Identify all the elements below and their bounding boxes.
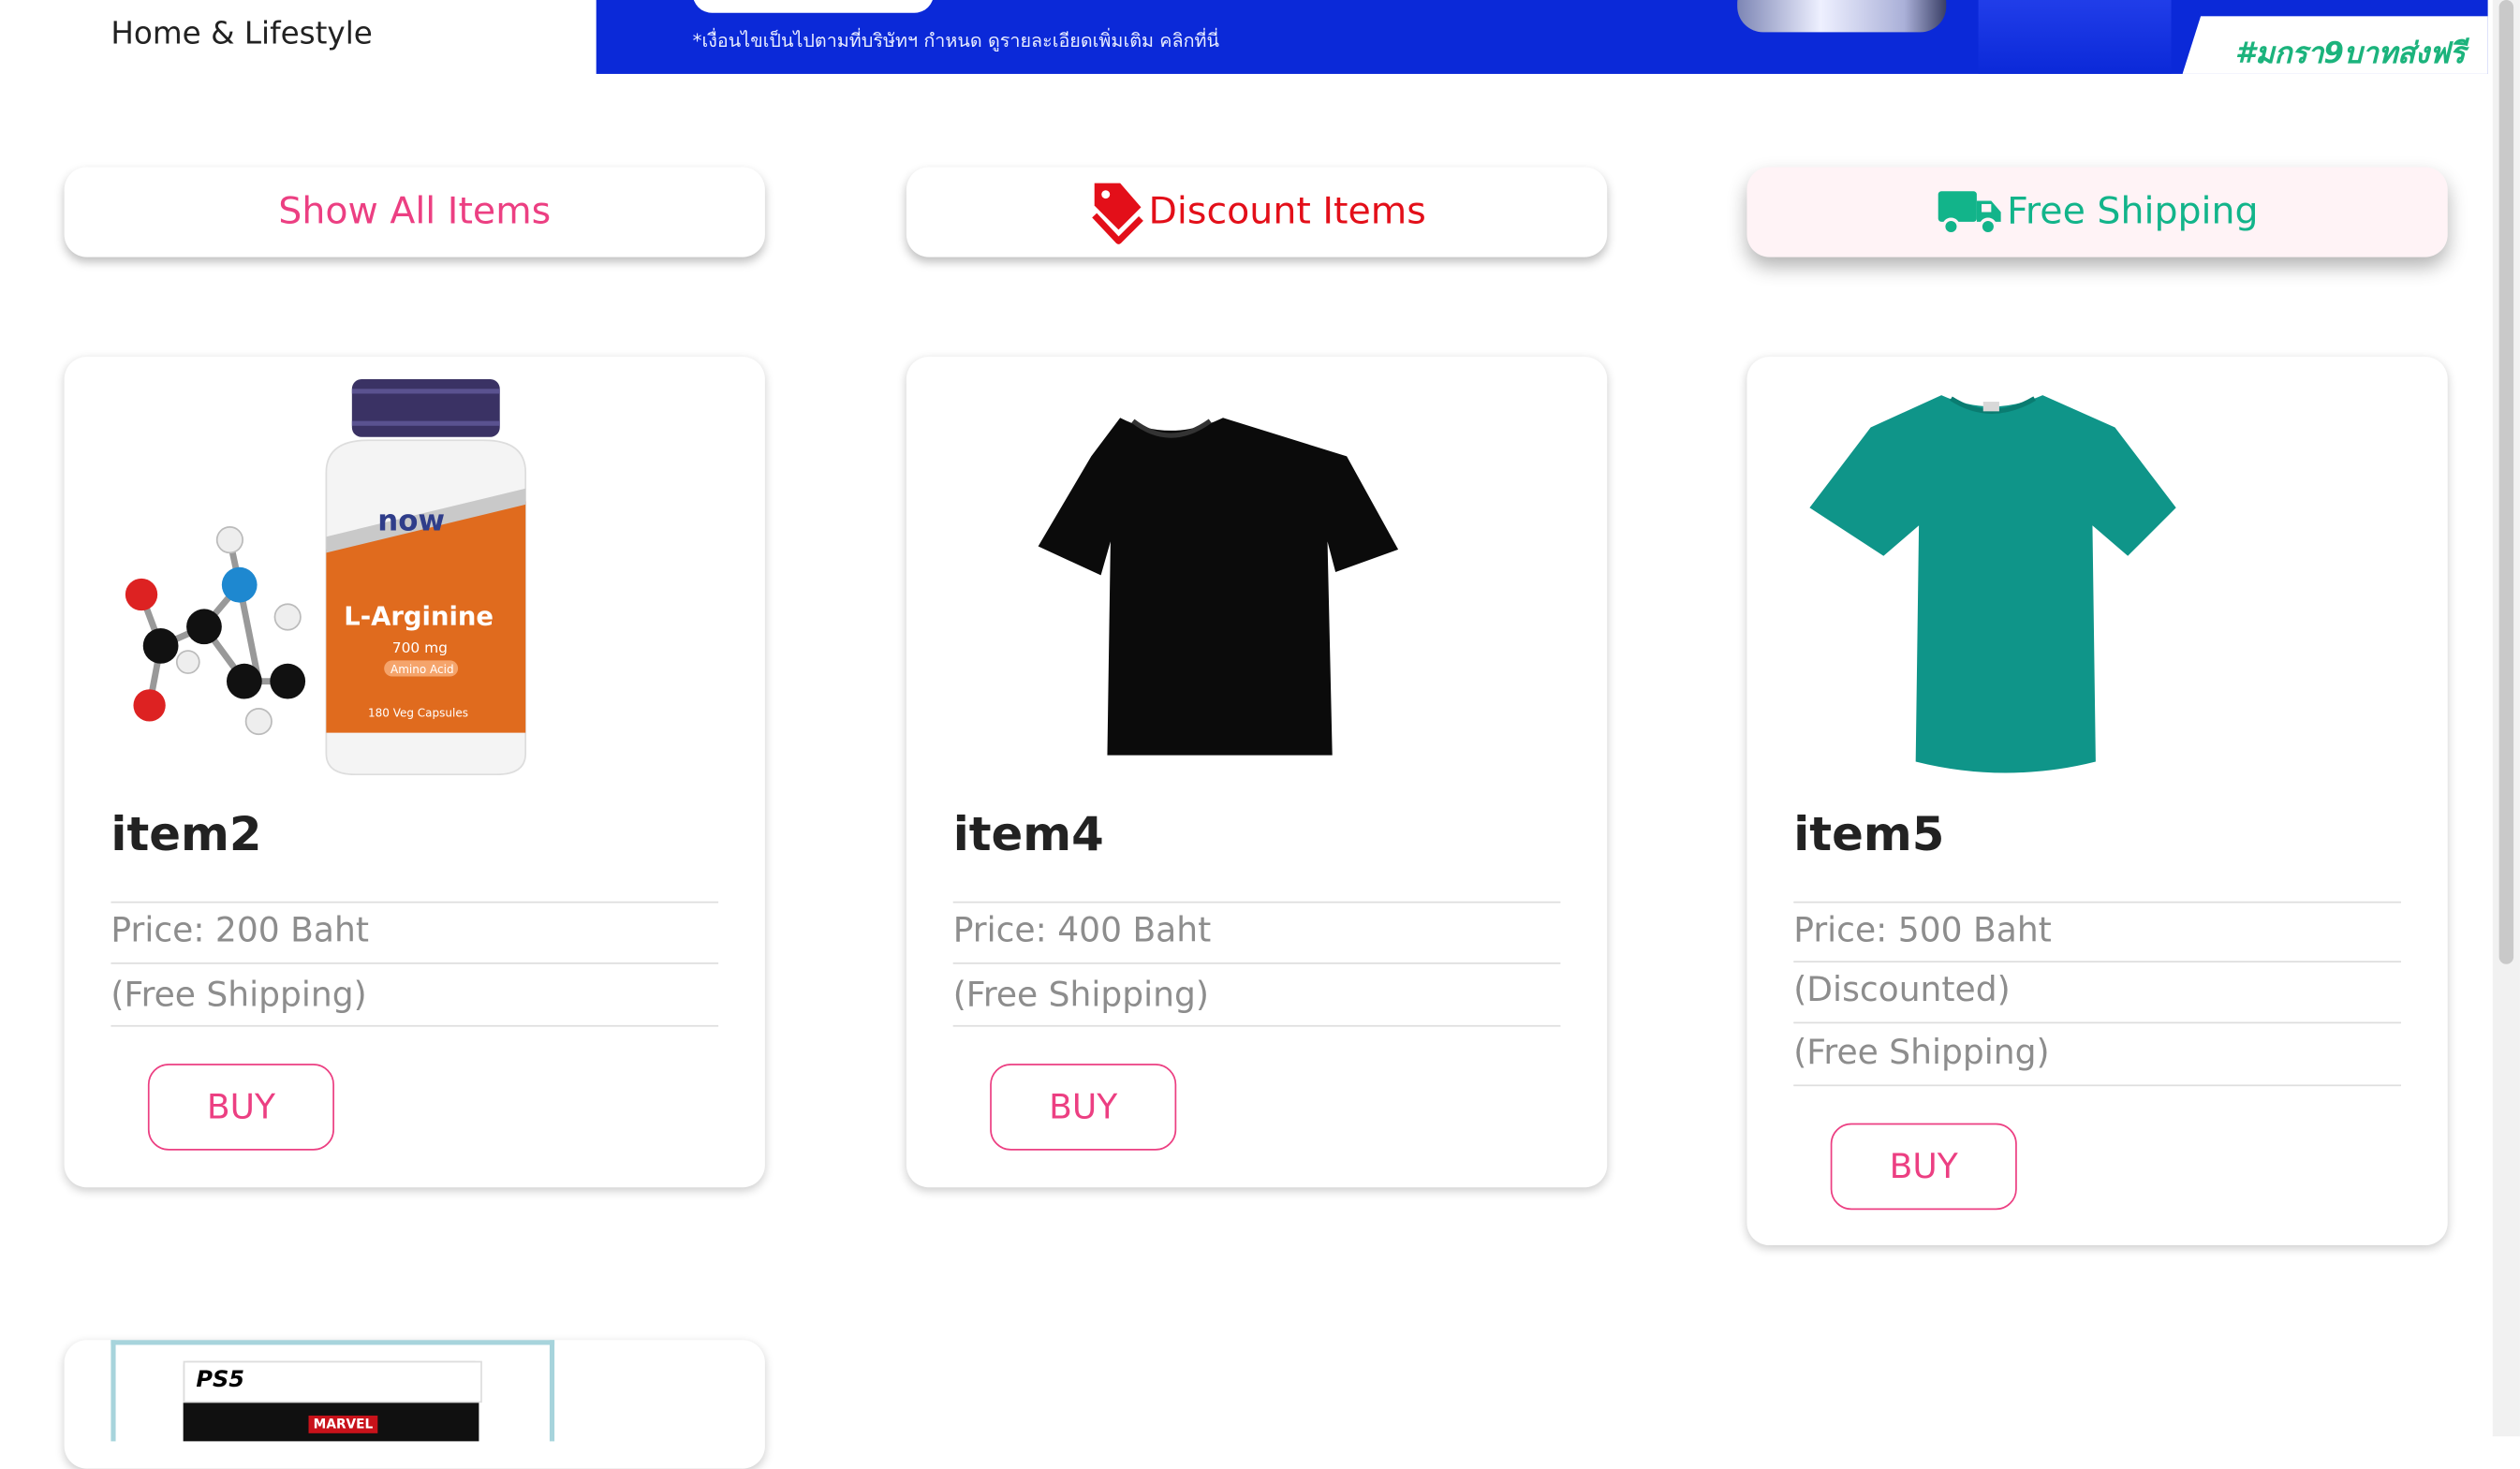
discount-items-button[interactable]: Discount Items <box>906 167 1608 257</box>
buy-button[interactable]: BUY <box>1830 1123 2017 1211</box>
price-tag-icon <box>1087 177 1145 248</box>
product-card: PS5 MARVEL <box>64 1340 765 1469</box>
product-image[interactable] <box>1793 376 2276 778</box>
supplement-bottle: now L-Arginine 700 mg Amino Acid 180 Veg… <box>325 379 527 776</box>
divider <box>952 962 1561 964</box>
product-card: item4 Price: 400 Baht (Free Shipping) BU… <box>906 356 1608 1188</box>
category-label[interactable]: Home & Lifestyle <box>111 16 372 51</box>
banner-product-image <box>1737 0 1947 33</box>
product-tag: (Free Shipping) <box>952 975 1209 1014</box>
bottle-product: L-Arginine <box>344 603 494 632</box>
bottle-sub: Amino Acid <box>391 663 454 676</box>
show-all-items-label: Show All Items <box>278 191 552 233</box>
bottle-caps: 180 Veg Capsules <box>368 706 468 719</box>
product-tag: (Free Shipping) <box>1793 1033 2050 1072</box>
buy-button[interactable]: BUY <box>990 1064 1177 1151</box>
product-image[interactable]: PS5 MARVEL <box>111 1340 555 1442</box>
discount-items-label: Discount Items <box>1148 191 1426 233</box>
product-price: Price: 500 Baht <box>1793 911 2052 950</box>
product-name: item5 <box>1793 806 1945 861</box>
product-name: item2 <box>111 806 262 861</box>
free-shipping-label: Free Shipping <box>2007 191 2259 233</box>
product-image[interactable]: now L-Arginine 700 mg Amino Acid 180 Veg… <box>111 376 593 778</box>
divider <box>1793 901 2401 903</box>
divider <box>111 901 719 903</box>
free-shipping-button[interactable]: Free Shipping <box>1746 167 2448 257</box>
ps5-logo: PS5 <box>196 1367 245 1393</box>
promo-banner[interactable]: *เงื่อนไขเป็นไปตามที่บริษัทฯ กำหนด ดูราย… <box>596 0 2488 74</box>
product-card: item5 Price: 500 Baht (Discounted) (Free… <box>1746 356 2448 1246</box>
banner-glow <box>1978 0 2172 74</box>
product-name: item4 <box>952 806 1104 861</box>
black-tshirt-image <box>1038 418 1399 756</box>
teal-tshirt-image <box>1809 395 2176 773</box>
divider <box>1793 1084 2401 1087</box>
banner-hashtag: #มกรา9บาทส่งฟรี <box>2234 37 2466 71</box>
product-tag: (Discounted) <box>1793 970 2011 1009</box>
delivery-truck-icon <box>1937 186 2004 238</box>
divider <box>1793 1021 2401 1024</box>
page: Home & Lifestyle *เงื่อนไขเป็นไปตามที่บร… <box>0 0 2520 1469</box>
bottle-dose: 700 mg <box>392 639 448 656</box>
divider <box>1793 961 2401 962</box>
product-price: Price: 400 Baht <box>952 911 1212 950</box>
divider <box>111 962 719 964</box>
marvel-logo: MARVEL <box>308 1415 378 1433</box>
product-card: now L-Arginine 700 mg Amino Acid 180 Veg… <box>64 356 765 1188</box>
product-image[interactable] <box>953 376 1436 778</box>
page-scrollbar[interactable] <box>2492 0 2520 1437</box>
banner-note: *เงื่อนไขเป็นไปตามที่บริษัทฯ กำหนด ดูราย… <box>692 28 1220 51</box>
molecule-graphic <box>125 526 306 736</box>
divider <box>952 901 1561 903</box>
scrollbar-thumb[interactable] <box>2498 0 2514 964</box>
divider <box>952 1024 1561 1027</box>
show-all-items-button[interactable]: Show All Items <box>64 167 765 257</box>
product-price: Price: 200 Baht <box>111 911 369 950</box>
product-tag: (Free Shipping) <box>111 975 367 1014</box>
divider <box>111 1024 719 1027</box>
bottle-brand: now <box>377 504 445 537</box>
banner-pill <box>692 0 935 13</box>
buy-button[interactable]: BUY <box>147 1064 334 1151</box>
